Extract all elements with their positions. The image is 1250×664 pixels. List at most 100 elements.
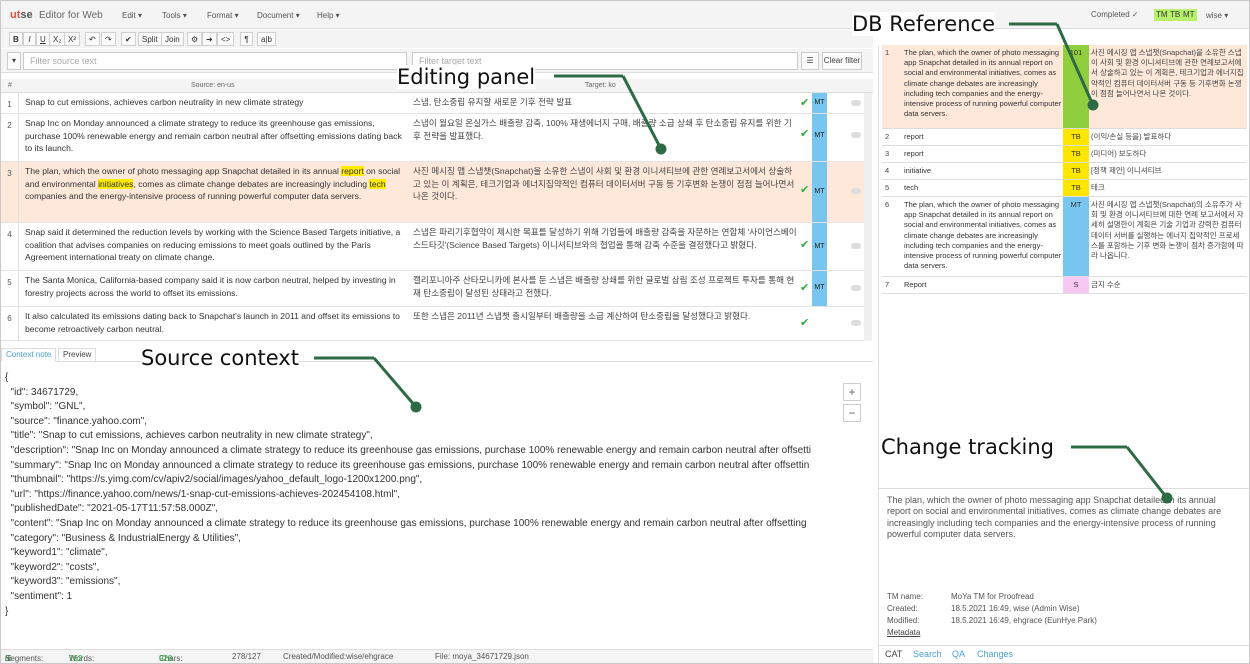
term-highlight[interactable]: initiatives	[98, 178, 134, 189]
metadata-link[interactable]: Metadata	[887, 628, 920, 637]
target-editor[interactable]: 사진 메시징 앱 스냅챗(Snapchat)을 소유한 스냅이 사회 및 환경 …	[413, 165, 798, 203]
undo-icon[interactable]: ↶	[85, 32, 100, 46]
mt-badge: MT	[812, 93, 827, 113]
user-menu[interactable]: wise ▾	[1206, 11, 1228, 20]
match-badge: 101	[1063, 45, 1089, 128]
clear-filter-button[interactable]: Clear filter	[822, 52, 862, 70]
pilcrow-icon[interactable]: ¶	[240, 32, 253, 46]
italic-button[interactable]: I	[23, 32, 36, 46]
comment-icon[interactable]	[851, 100, 861, 106]
confirmed-icon[interactable]: ✔	[800, 97, 809, 110]
segment-number: 4	[1, 223, 19, 270]
change-tracking-text: The plan, which the owner of photo messa…	[887, 495, 1222, 539]
editor-window: utse Editor for Web Edit Tools Format Do…	[0, 0, 1250, 664]
filter-dropdown-icon[interactable]: ▾	[7, 52, 21, 70]
comment-icon[interactable]	[851, 132, 861, 138]
confirm-icon[interactable]: ✔	[121, 32, 136, 46]
tb-badge: TB	[1063, 146, 1089, 162]
callout-change-tracking: Change tracking	[881, 435, 1054, 459]
status-bar: Segments: 6/6 Words: 162/162 Chars: 928/…	[1, 649, 873, 663]
table-row[interactable]: 6 It also calculated its emissions datin…	[1, 307, 864, 341]
confirmed-icon[interactable]: ✔	[800, 184, 809, 197]
table-row[interactable]: 4 Snap said it determined the reduction …	[1, 223, 864, 271]
comment-icon[interactable]	[851, 188, 861, 194]
menu-format[interactable]: Format	[207, 11, 239, 20]
comment-icon[interactable]	[851, 285, 861, 291]
tab-qa[interactable]: QA	[952, 649, 965, 659]
join-button[interactable]: Join	[161, 32, 184, 46]
confirmed-icon[interactable]: ✔	[800, 282, 809, 295]
settings-icon[interactable]: ⚙	[187, 32, 203, 46]
db-row[interactable]: 1 The plan, which the owner of photo mess…	[882, 45, 1247, 129]
table-row[interactable]: 5 The Santa Monica, California-based com…	[1, 271, 864, 307]
tb-badge: TB	[1063, 163, 1089, 179]
next-icon[interactable]: ➜	[202, 32, 217, 46]
table-row[interactable]: 2 Snap Inc on Monday announced a climate…	[1, 114, 864, 162]
tm-name: TM name: MoYa TM for Proofread	[887, 592, 1034, 601]
tab-search[interactable]: Search	[913, 649, 942, 659]
confirmed-icon[interactable]: ✔	[800, 128, 809, 141]
menu-tools[interactable]: Tools	[162, 11, 187, 20]
file-name: File: moya_34671729.json	[435, 652, 529, 661]
db-row[interactable]: 4 initiative TB [정책 제안] 이니셔티브	[882, 163, 1247, 180]
comment-icon[interactable]	[851, 243, 861, 249]
subscript-button[interactable]: X₂	[49, 32, 66, 46]
mt-badge: MT	[812, 114, 827, 161]
tab-changes[interactable]: Changes	[977, 649, 1013, 659]
segment-number: 3	[1, 162, 19, 222]
target-cell[interactable]: 또한 스냅은 2011년 스냅챗 출시일부터 배출량을 소급 계산하여 탄소중립…	[413, 310, 798, 323]
source-cell: The plan, which the owner of photo messa…	[25, 166, 401, 201]
target-cell[interactable]: 스냅, 탄소중립 유지할 새로운 기후 전략 발표	[413, 96, 798, 109]
tags-icon[interactable]: <>	[217, 32, 235, 46]
comment-icon[interactable]	[851, 320, 861, 326]
context-line: "summary": "Snap Inc on Monday announced…	[5, 459, 810, 471]
segment-scrollbar[interactable]	[864, 93, 872, 341]
menu-edit[interactable]: Edit	[122, 11, 142, 20]
db-row[interactable]: 6 The plan, which the owner of photo mess…	[882, 197, 1247, 277]
bold-button[interactable]: B	[9, 32, 23, 46]
split-button[interactable]: Split	[138, 32, 162, 46]
target-cell[interactable]: 스냅은 파리기후협약이 제시한 목표를 달성하기 위해 기업들에 배출량 감축을…	[413, 226, 798, 251]
top-bar: utse Editor for Web Edit Tools Format Do…	[1, 1, 1249, 29]
target-cell[interactable]: 캘리포니아주 산타모니카에 본사를 둔 스냅은 배출량 상쇄를 위한 글로벌 삼…	[413, 274, 798, 299]
table-row[interactable]: 1 Snap to cut emissions, achieves carbon…	[1, 93, 864, 114]
s-badge: S	[1063, 277, 1089, 293]
segment-table: 1 Snap to cut emissions, achieves carbon…	[1, 93, 873, 341]
source-filter-input[interactable]: Filter source text	[23, 52, 407, 70]
menu-document[interactable]: Document	[257, 11, 300, 20]
db-row[interactable]: 5 tech TB 테크	[882, 180, 1247, 197]
mt-toggle[interactable]: MT	[1181, 9, 1197, 21]
list-view-icon[interactable]: ☰	[801, 52, 819, 70]
compare-icon[interactable]: a|b	[257, 32, 276, 46]
ratio-count: 278/127	[232, 652, 261, 661]
superscript-button[interactable]: X²	[64, 32, 80, 46]
table-row-active[interactable]: 3 The plan, which the owner of photo mes…	[1, 162, 864, 223]
confirmed-icon[interactable]: ✔	[800, 317, 809, 330]
db-row[interactable]: 2 report TB (이익/손실 등을) 발표하다	[882, 129, 1247, 146]
target-cell[interactable]: 스냅이 월요일 온실가스 배출량 감축, 100% 재생에너지 구매, 배출량 …	[413, 117, 798, 142]
confirmed-icon[interactable]: ✔	[800, 239, 809, 252]
redo-icon[interactable]: ↷	[101, 32, 116, 46]
tab-preview[interactable]: Preview	[58, 348, 97, 362]
zoom-out-button[interactable]: −	[843, 404, 861, 422]
db-row[interactable]: 3 report TB (미디어) 보도하다	[882, 146, 1247, 163]
callout-source-context: Source context	[141, 346, 299, 370]
format-toolbar: B I U X₂ X² ↶ ↷ ✔ Split Join ⚙ ➜ <> ¶ a|…	[1, 30, 873, 48]
context-line: "thumbnail": "https://s.yimg.com/cv/apiv…	[5, 474, 423, 486]
menu-help[interactable]: Help	[317, 11, 340, 20]
context-line: }	[5, 605, 9, 617]
context-line: "keyword1": "climate",	[5, 547, 108, 559]
db-row[interactable]: 7 Report S 금지 수순	[882, 277, 1247, 294]
term-highlight[interactable]: report	[341, 166, 364, 176]
tab-context-note[interactable]: Context note	[1, 348, 57, 362]
source-cell: Snap to cut emissions, achieves carbon n…	[25, 97, 304, 107]
term-highlight[interactable]: tech	[369, 178, 386, 189]
context-line: "keyword2": "costs",	[5, 561, 100, 573]
tab-cat[interactable]: CAT	[885, 649, 902, 659]
underline-button[interactable]: U	[36, 32, 50, 46]
zoom-in-button[interactable]: +	[843, 383, 861, 401]
mt-badge: MT	[812, 223, 827, 270]
context-line: "id": 34671729,	[5, 386, 79, 398]
context-line: "sentiment": 1	[5, 590, 73, 602]
app-logo: utse	[10, 9, 33, 21]
